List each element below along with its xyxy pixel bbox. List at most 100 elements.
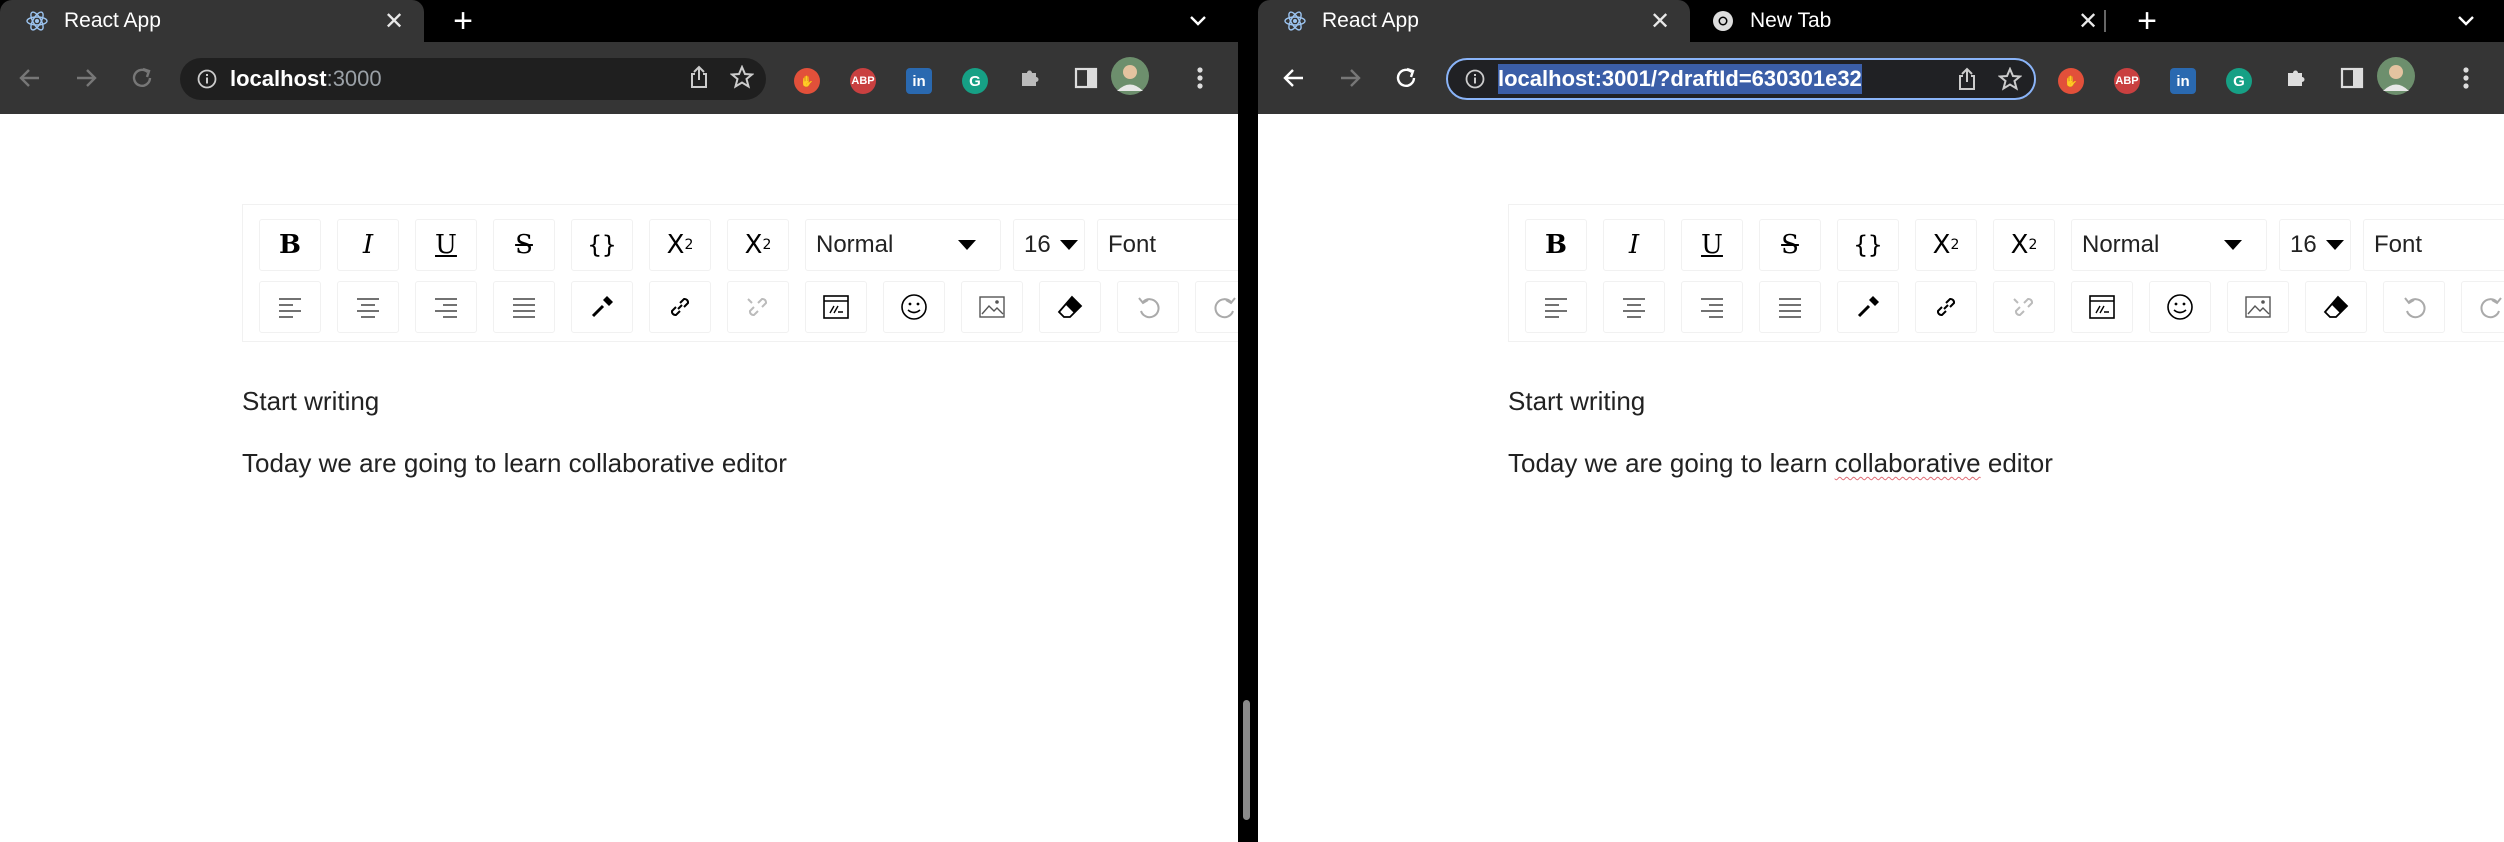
subscript-base: X <box>2010 230 2029 260</box>
strikethrough-button[interactable]: S <box>1759 219 1821 271</box>
eraser-button[interactable] <box>1039 281 1101 333</box>
align-justify-button[interactable] <box>493 281 555 333</box>
undo-button[interactable] <box>1117 281 1179 333</box>
back-icon[interactable] <box>1274 58 1314 98</box>
linkedin-extension-icon[interactable]: in <box>2170 68 2196 94</box>
image-button[interactable] <box>961 281 1023 333</box>
block-type-select[interactable]: Normal <box>805 219 1001 271</box>
color-picker-button[interactable] <box>1837 281 1899 333</box>
editor-toolbar: B I U S {} X2 X2 Normal 16 Font <box>242 204 1238 342</box>
unlink-button[interactable] <box>727 281 789 333</box>
eraser-button[interactable] <box>2305 281 2367 333</box>
strikethrough-button[interactable]: S <box>493 219 555 271</box>
address-url[interactable]: localhost:3001/?draftId=630301e32 <box>1498 64 1862 94</box>
editor-line-2[interactable]: Today we are going to learn collaborativ… <box>1508 448 2053 479</box>
tab-new-tab[interactable]: New Tab ✕ <box>1690 0 2118 42</box>
link-button[interactable] <box>649 281 711 333</box>
grammarly-extension-icon[interactable]: G <box>962 68 988 94</box>
tab-react-app[interactable]: React App ✕ <box>0 0 424 42</box>
link-icon <box>670 297 690 317</box>
font-size-select[interactable]: 16 <box>1013 219 1085 271</box>
address-bar[interactable]: localhost:3001/?draftId=630301e32 <box>1446 58 2036 100</box>
share-icon[interactable] <box>1956 67 1978 96</box>
bold-button[interactable]: B <box>1525 219 1587 271</box>
italic-button[interactable]: I <box>337 219 399 271</box>
unlink-button[interactable] <box>1993 281 2055 333</box>
close-tab-icon[interactable]: ✕ <box>1646 7 1674 36</box>
link-button[interactable] <box>1915 281 1977 333</box>
back-icon[interactable] <box>10 58 50 98</box>
bookmark-star-icon[interactable] <box>1997 65 2023 96</box>
tab-search-chevron-icon[interactable] <box>2448 0 2484 42</box>
stop-hand-extension-icon[interactable]: ✋ <box>794 68 820 94</box>
align-left-button[interactable] <box>1525 281 1587 333</box>
italic-button[interactable]: I <box>1603 219 1665 271</box>
image-button[interactable] <box>2227 281 2289 333</box>
reload-icon[interactable] <box>122 58 162 98</box>
reload-icon[interactable] <box>1386 58 1426 98</box>
share-icon[interactable] <box>688 65 710 94</box>
browser-menu-icon[interactable] <box>2446 58 2486 98</box>
align-left-button[interactable] <box>259 281 321 333</box>
redo-button[interactable] <box>2461 281 2504 333</box>
code-button[interactable]: {} <box>1837 219 1899 271</box>
align-left-icon <box>279 298 301 318</box>
underline-button[interactable]: U <box>415 219 477 271</box>
bookmark-star-icon[interactable] <box>729 63 755 94</box>
redo-icon <box>2480 297 2502 319</box>
adblock-extension-icon[interactable]: ABP <box>850 68 876 94</box>
tab-react-app[interactable]: React App ✕ <box>1258 0 1690 42</box>
new-tab-button[interactable]: + <box>2126 0 2168 42</box>
font-size-select[interactable]: 16 <box>2279 219 2351 271</box>
site-info-icon[interactable] <box>1464 68 1486 90</box>
editor-line-1[interactable]: Start writing <box>242 386 379 417</box>
new-tab-button[interactable]: + <box>442 0 484 42</box>
align-right-icon <box>435 298 457 318</box>
close-tab-icon[interactable]: ✕ <box>380 7 408 36</box>
scrollbar-thumb[interactable] <box>1243 700 1250 820</box>
avatar[interactable] <box>1110 56 1150 96</box>
side-panel-icon[interactable] <box>2332 58 2372 98</box>
avatar[interactable] <box>2376 56 2416 96</box>
grammarly-extension-icon[interactable]: G <box>2226 68 2252 94</box>
forward-icon[interactable] <box>1330 58 1370 98</box>
emoji-button[interactable] <box>2149 281 2211 333</box>
close-tab-icon[interactable]: ✕ <box>2074 7 2102 36</box>
embed-button[interactable] <box>2071 281 2133 333</box>
font-family-select[interactable]: Font <box>1097 219 1238 271</box>
subscript-button[interactable]: X2 <box>727 219 789 271</box>
align-center-button[interactable] <box>337 281 399 333</box>
forward-icon[interactable] <box>66 58 106 98</box>
editor-line-2[interactable]: Today we are going to learn collaborativ… <box>242 448 787 479</box>
browser-menu-icon[interactable] <box>1180 58 1220 98</box>
tab-search-chevron-icon[interactable] <box>1180 0 1216 42</box>
adblock-extension-icon[interactable]: ABP <box>2114 68 2140 94</box>
tab-strip: React App ✕ New Tab ✕ + <box>1258 0 2504 42</box>
stop-hand-extension-icon[interactable]: ✋ <box>2058 68 2084 94</box>
superscript-button[interactable]: X2 <box>649 219 711 271</box>
font-family-select[interactable]: Font <box>2363 219 2504 271</box>
code-button[interactable]: {} <box>571 219 633 271</box>
align-justify-button[interactable] <box>1759 281 1821 333</box>
undo-button[interactable] <box>2383 281 2445 333</box>
underline-button[interactable]: U <box>1681 219 1743 271</box>
color-picker-button[interactable] <box>571 281 633 333</box>
side-panel-icon[interactable] <box>1066 58 1106 98</box>
editor-line-1[interactable]: Start writing <box>1508 386 1645 417</box>
extensions-puzzle-icon[interactable] <box>1010 58 1050 98</box>
embed-button[interactable] <box>805 281 867 333</box>
align-center-button[interactable] <box>1603 281 1665 333</box>
extensions-puzzle-icon[interactable] <box>2276 58 2316 98</box>
block-type-select[interactable]: Normal <box>2071 219 2267 271</box>
redo-button[interactable] <box>1195 281 1238 333</box>
emoji-button[interactable] <box>883 281 945 333</box>
site-info-icon[interactable] <box>196 68 218 90</box>
redo-icon <box>1214 297 1236 319</box>
linkedin-extension-icon[interactable]: in <box>906 68 932 94</box>
align-right-button[interactable] <box>415 281 477 333</box>
superscript-button[interactable]: X2 <box>1915 219 1977 271</box>
address-bar[interactable]: localhost:3000 <box>180 58 766 100</box>
bold-button[interactable]: B <box>259 219 321 271</box>
align-right-button[interactable] <box>1681 281 1743 333</box>
subscript-button[interactable]: X2 <box>1993 219 2055 271</box>
